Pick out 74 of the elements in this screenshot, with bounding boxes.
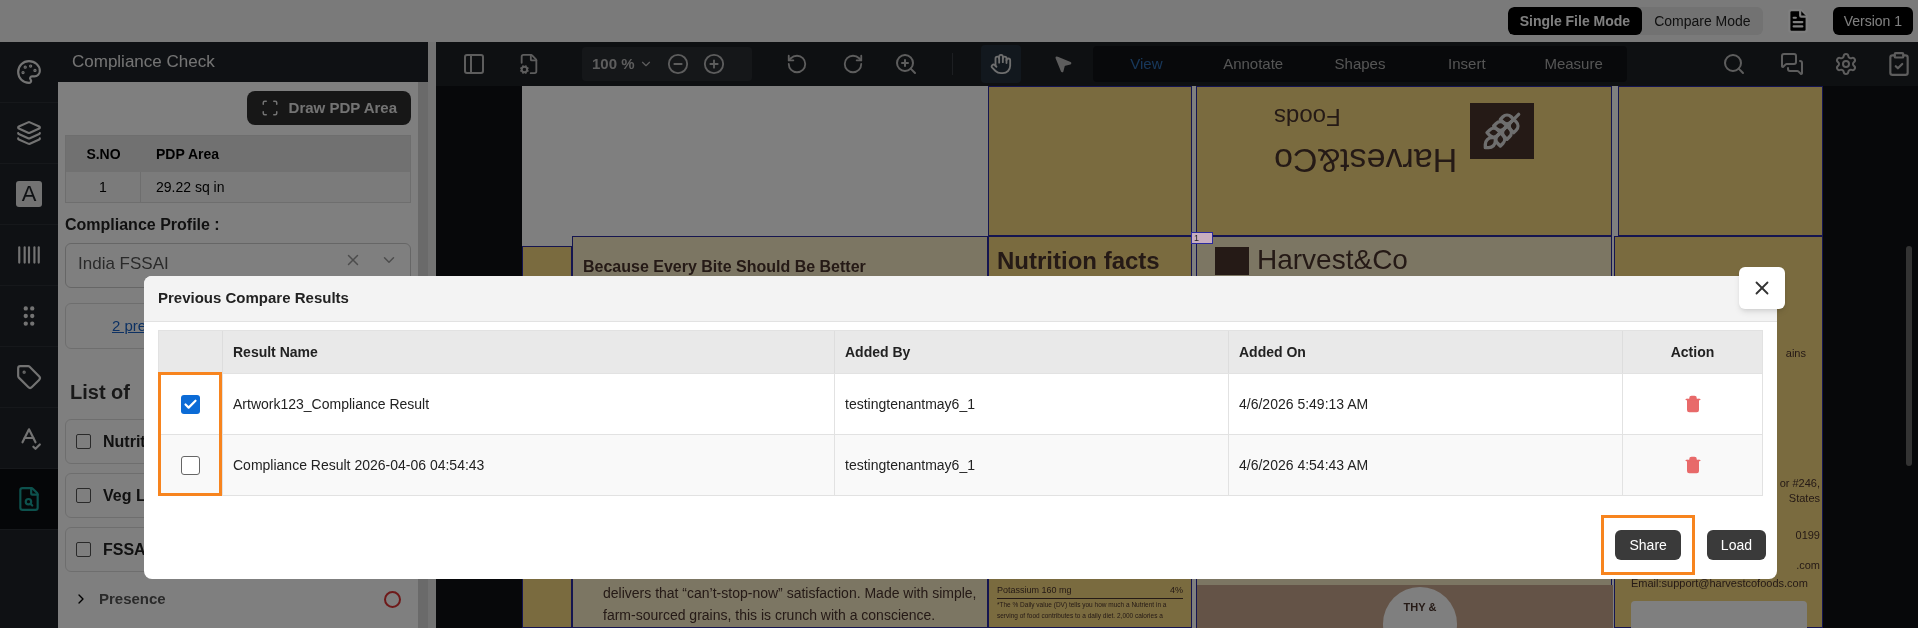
mode-tab[interactable]: Single File Mode (1507, 7, 1643, 35)
status-ring-icon (384, 590, 401, 608)
checklist-icon[interactable] (1886, 51, 1912, 77)
checkbox[interactable] (76, 434, 91, 449)
zoom-in-icon[interactable] (702, 53, 725, 75)
page-marker: 1 (1191, 232, 1213, 244)
column-header: Action (1669, 342, 1716, 362)
logo-mark (1215, 247, 1249, 275)
text-tool-icon: A (16, 181, 42, 207)
headline-text: Because Every Bite Should Be Better (583, 257, 866, 277)
row-checkbox[interactable] (181, 394, 200, 414)
tag-icon (16, 364, 42, 390)
table-cell: 1 (66, 172, 141, 202)
rail-tab[interactable]: A (0, 164, 58, 225)
delete-icon[interactable] (1683, 456, 1702, 474)
table-cell: Compliance Result 2026-04-06 04:54:43 (223, 435, 835, 495)
dialog-title: Previous Compare Results (158, 288, 349, 309)
settings-icon[interactable] (1834, 52, 1858, 76)
checkbox[interactable] (76, 488, 91, 503)
zoom-dropdown[interactable]: 100 % (592, 52, 653, 76)
body-text: farm-sourced grains, this is crunch with a conscience. (603, 606, 937, 625)
check-label: Nutrit (103, 431, 146, 452)
body-text: delivers that “can’t-stop-now” satisfaction. Made with simple, (603, 584, 977, 603)
info-text: 0199 (1795, 528, 1820, 543)
draw-pdp-area-button[interactable]: Draw PDP Area (246, 91, 411, 125)
nutrient-value: 4% (1170, 584, 1183, 597)
nutrient-name: Potassium 160 mg (997, 584, 1072, 597)
delete-icon[interactable] (1683, 395, 1702, 413)
close-button[interactable] (1739, 267, 1785, 309)
load-button[interactable]: Load (1706, 530, 1766, 560)
wheat-icon (1481, 111, 1522, 151)
pan-tool-button[interactable] (981, 45, 1021, 83)
info-text: or #246, (1779, 476, 1820, 491)
pointer-icon[interactable] (1053, 54, 1073, 74)
sidebar-toggle-icon[interactable] (462, 52, 486, 76)
rotate-left-icon[interactable] (786, 53, 808, 75)
toolbar-tab[interactable]: Measure (1520, 52, 1627, 76)
clipboard-search-icon (16, 486, 42, 512)
check-label: FSSA (103, 539, 146, 560)
toolbar-tab[interactable]: Insert (1413, 52, 1521, 76)
table-cell: testingtenantmay6_1 (835, 435, 1229, 495)
info-text: ains (1785, 346, 1806, 361)
comments-icon[interactable] (1780, 52, 1804, 76)
document-gear-icon[interactable] (518, 53, 540, 75)
brand-text: Harvest&Co (1257, 245, 1408, 275)
section-title: List of (70, 380, 130, 405)
panel-title: Compliance Check (72, 51, 215, 74)
brand-subtitle: Foods (1274, 103, 1342, 133)
checkbox[interactable] (76, 542, 91, 557)
layers-icon (16, 120, 42, 146)
search-icon[interactable] (1722, 52, 1746, 76)
toolbar-tab[interactable]: Shapes (1306, 52, 1414, 76)
palette-icon (16, 59, 42, 85)
magnifier-plus-icon[interactable] (894, 52, 918, 76)
brand-text: Harvest&Co (1274, 141, 1458, 182)
zoom-out-icon[interactable] (666, 53, 689, 75)
row-checkbox[interactable] (181, 455, 200, 475)
field-label: Compliance Profile : (65, 215, 221, 235)
table-cell-text: 29.22 sq in (155, 177, 225, 197)
info-text: States (1788, 491, 1820, 506)
rotate-right-icon[interactable] (842, 53, 864, 75)
email-text: Email:support@harvestcofoods.com (1631, 576, 1808, 591)
hand-icon (990, 53, 1012, 75)
column-header: PDP Area (155, 144, 220, 164)
share-button[interactable]: Share (1615, 530, 1681, 560)
presence-row[interactable]: Presence (65, 582, 411, 616)
column-header: S.NO (85, 144, 122, 164)
toolbar-tab[interactable]: Annotate (1199, 52, 1307, 76)
table-cell: 4/6/2026 4:54:43 AM (1229, 435, 1623, 495)
mode-tab[interactable]: Compare Mode (1642, 7, 1763, 35)
info-text: .com (1796, 558, 1820, 573)
version-button[interactable]: Version 1 (1832, 7, 1913, 35)
nutrition-title: Nutrition facts (997, 246, 1161, 276)
frame-icon (260, 99, 279, 117)
